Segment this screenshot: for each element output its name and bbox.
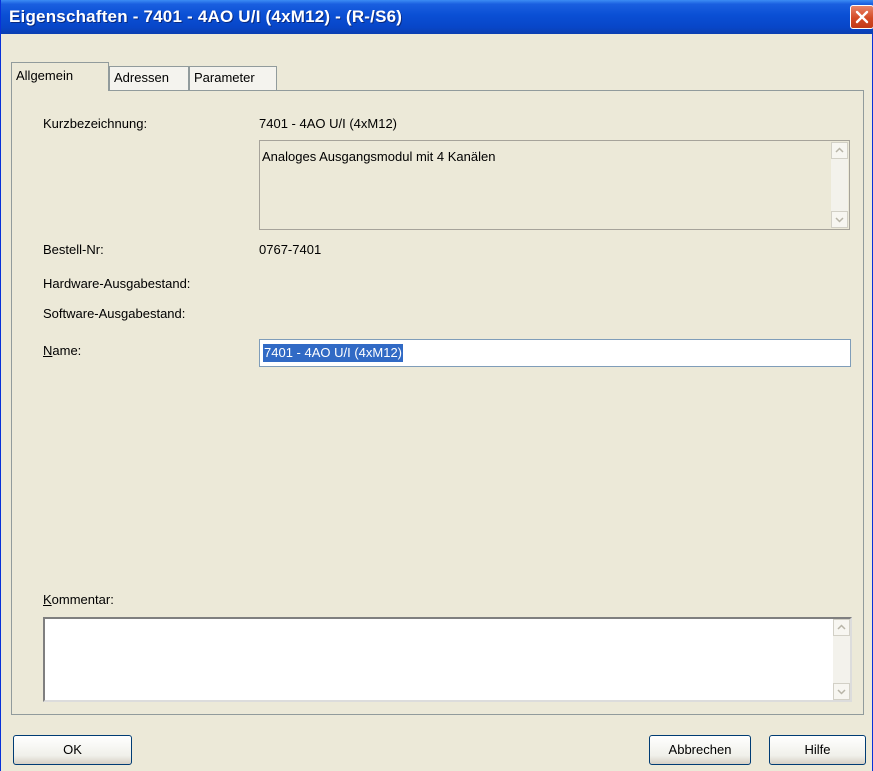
window-title: Eigenschaften - 7401 - 4AO U/I (4xM12) -…	[9, 7, 403, 26]
description-box[interactable]: Analoges Ausgangsmodul mit 4 Kanälen	[259, 140, 850, 230]
kommentar-textarea[interactable]	[43, 617, 852, 702]
description-scrollbar[interactable]	[831, 142, 848, 228]
kurzbezeichnung-label: Kurzbezeichnung:	[43, 116, 148, 131]
close-icon	[855, 10, 869, 24]
ok-button[interactable]: OK	[13, 735, 132, 765]
properties-dialog: Eigenschaften - 7401 - 4AO U/I (4xM12) -…	[0, 0, 873, 771]
tab-adressen[interactable]: Adressen	[109, 66, 189, 90]
kommentar-scroll-down-button[interactable]	[833, 683, 850, 700]
software-ausgabestand-label: Software-Ausgabestand:	[43, 306, 186, 321]
scroll-down-button[interactable]	[831, 211, 848, 228]
name-label-mnemonic: N	[43, 343, 53, 358]
kurzbezeichnung-value: 7401 - 4AO U/I (4xM12)	[259, 116, 397, 131]
kommentar-label: Kommentar:	[43, 592, 114, 607]
help-button[interactable]: Hilfe	[769, 735, 866, 765]
description-text: Analoges Ausgangsmodul mit 4 Kanälen	[262, 149, 496, 164]
name-label-rest: ame:	[52, 343, 82, 358]
scroll-up-button[interactable]	[831, 142, 848, 159]
scroll-up-icon	[837, 624, 846, 630]
bestell-nr-label: Bestell-Nr:	[43, 242, 104, 257]
bestell-nr-value: 0767-7401	[259, 242, 322, 257]
close-button[interactable]	[850, 5, 873, 29]
kommentar-scrollbar[interactable]	[833, 619, 850, 700]
kommentar-scroll-up-button[interactable]	[833, 619, 850, 636]
title-bar[interactable]: Eigenschaften - 7401 - 4AO U/I (4xM12) -…	[1, 0, 873, 34]
cancel-button[interactable]: Abbrechen	[649, 735, 751, 765]
tab-parameter[interactable]: Parameter	[189, 66, 277, 90]
scroll-up-icon	[835, 147, 844, 153]
name-label: Name:	[43, 343, 81, 358]
scroll-down-icon	[837, 689, 846, 695]
scroll-down-icon	[835, 217, 844, 223]
name-input-selected-text: 7401 - 4AO U/I (4xM12)	[263, 344, 403, 362]
kommentar-label-rest: ommentar:	[51, 592, 114, 607]
hardware-ausgabestand-label: Hardware-Ausgabestand:	[43, 276, 191, 291]
tab-allgemein[interactable]: Allgemein	[11, 62, 109, 91]
name-input[interactable]: 7401 - 4AO U/I (4xM12)	[259, 339, 851, 367]
kommentar-label-mnemonic: K	[43, 592, 52, 607]
